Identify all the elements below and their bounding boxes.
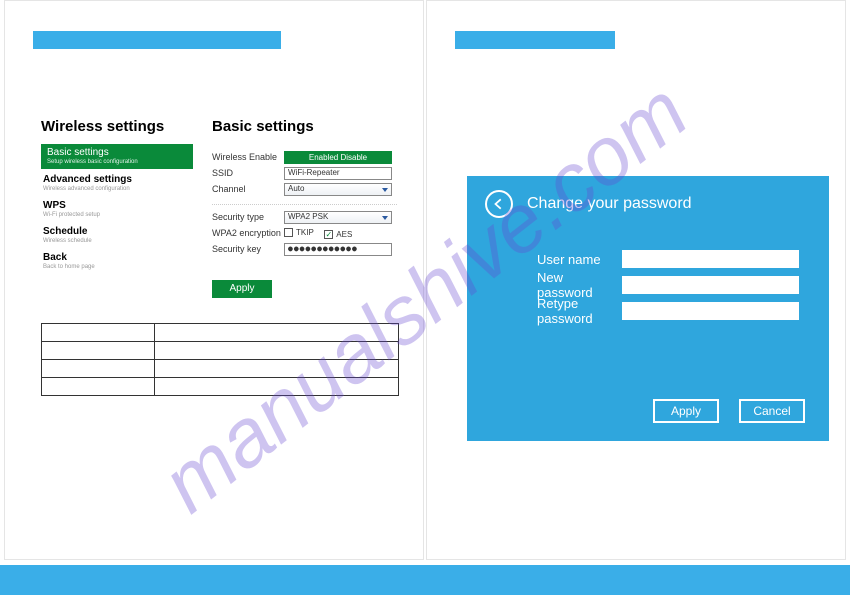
settings-table <box>41 323 399 396</box>
table-row <box>42 378 399 396</box>
sidebar-item-label: Basic settings <box>47 147 187 158</box>
header-bar <box>33 31 281 49</box>
sidebar-item-advanced[interactable]: Advanced settings Wireless advanced conf… <box>41 171 193 195</box>
apply-button[interactable]: Apply <box>653 399 719 423</box>
ssid-label: SSID <box>212 168 284 178</box>
table-row <box>42 360 399 378</box>
retype-password-input[interactable] <box>622 302 799 320</box>
change-password-panel: Change your password User name New passw… <box>467 176 829 441</box>
wireless-enable-label: Wireless Enable <box>212 152 284 162</box>
manual-page-left: Wireless settings Basic settings Basic s… <box>4 0 424 560</box>
wpa2-encryption-label: WPA2 encryption <box>212 228 284 238</box>
sidebar-item-basic[interactable]: Basic settings Setup wireless basic conf… <box>41 144 193 169</box>
sidebar-item-label: Advanced settings <box>43 174 193 185</box>
table-row <box>42 324 399 342</box>
wireless-settings-title: Wireless settings <box>41 118 164 135</box>
checkbox-checked-icon: ✓ <box>324 230 333 239</box>
panel-title: Change your password <box>527 195 692 213</box>
security-key-input[interactable]: ●●●●●●●●●●●● <box>284 243 392 256</box>
sidebar-item-label: Schedule <box>43 226 193 237</box>
sidebar: Basic settings Setup wireless basic conf… <box>41 144 193 275</box>
channel-label: Channel <box>212 184 284 194</box>
ssid-input[interactable]: WiFi-Repeater <box>284 167 392 180</box>
sidebar-item-sub: Setup wireless basic configuration <box>47 159 187 165</box>
cancel-button[interactable]: Cancel <box>739 399 805 423</box>
footer-bar <box>0 565 850 595</box>
sidebar-item-label: Back <box>43 252 193 263</box>
basic-settings-form: Wireless Enable Enabled Disable SSID WiF… <box>212 149 397 257</box>
basic-settings-title: Basic settings <box>212 118 314 135</box>
username-input[interactable] <box>622 250 799 268</box>
retype-password-label: Retype password <box>537 296 622 326</box>
manual-page-right: Change your password User name New passw… <box>426 0 846 560</box>
sidebar-item-sub: Wireless schedule <box>43 238 193 244</box>
security-type-select[interactable]: WPA2 PSK <box>284 211 392 224</box>
channel-select[interactable]: Auto <box>284 183 392 196</box>
aes-checkbox[interactable]: ✓AES <box>324 230 352 239</box>
tkip-checkbox[interactable]: TKIP <box>284 228 314 237</box>
sidebar-item-schedule[interactable]: Schedule Wireless schedule <box>41 223 193 247</box>
sidebar-item-label: WPS <box>43 200 193 211</box>
security-type-label: Security type <box>212 212 284 222</box>
username-label: User name <box>537 252 622 267</box>
sidebar-item-sub: Back to home page <box>43 264 193 270</box>
sidebar-item-wps[interactable]: WPS Wi-Fi protected setup <box>41 197 193 221</box>
security-key-label: Security key <box>212 244 284 254</box>
sidebar-item-back[interactable]: Back Back to home page <box>41 249 193 273</box>
wireless-enable-toggle[interactable]: Enabled Disable <box>284 151 392 164</box>
sidebar-item-sub: Wireless advanced configuration <box>43 186 193 192</box>
new-password-input[interactable] <box>622 276 799 294</box>
apply-button[interactable]: Apply <box>212 280 272 298</box>
header-bar <box>455 31 615 49</box>
sidebar-item-sub: Wi-Fi protected setup <box>43 212 193 218</box>
back-button[interactable] <box>485 190 513 218</box>
table-row <box>42 342 399 360</box>
arrow-left-icon <box>492 197 506 211</box>
checkbox-icon <box>284 228 293 237</box>
